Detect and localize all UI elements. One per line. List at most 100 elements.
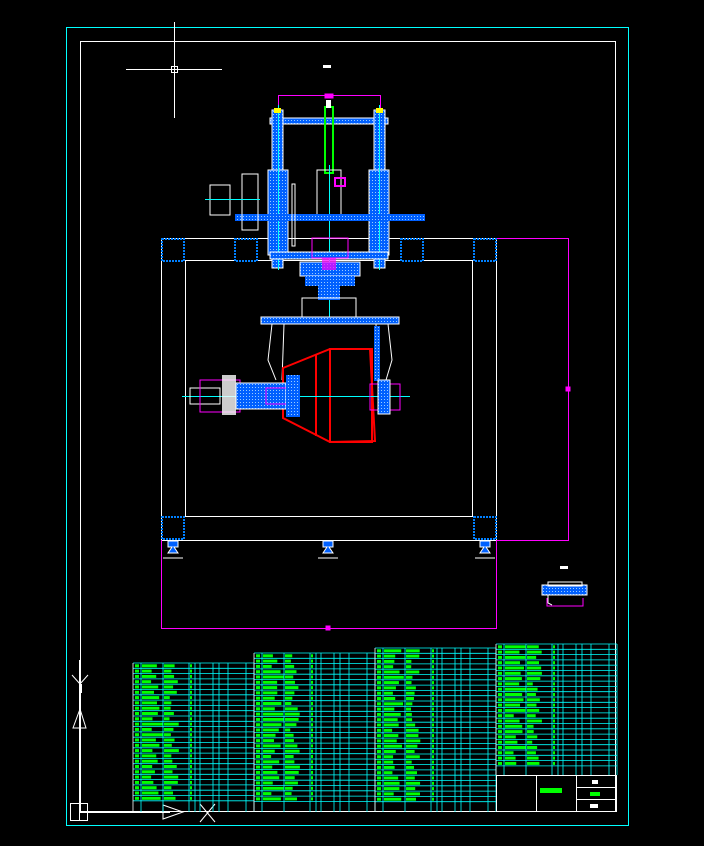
section-detail-view [541, 566, 588, 607]
row-number [256, 770, 260, 774]
part-name [263, 733, 276, 737]
part-spec [406, 739, 421, 743]
quantity [553, 655, 555, 659]
part-name [505, 724, 523, 728]
part-spec [164, 749, 179, 753]
part-name [142, 696, 160, 700]
part-spec [406, 675, 413, 679]
quantity [553, 661, 555, 665]
row-number [498, 693, 502, 696]
part-spec [285, 728, 291, 732]
part-spec [406, 755, 420, 759]
part-name [142, 712, 158, 715]
row-number [256, 659, 260, 663]
part-name [505, 714, 514, 718]
row-number [256, 786, 260, 790]
part-spec [527, 703, 537, 707]
quantity [311, 744, 313, 748]
part-spec [285, 797, 297, 801]
row-number [256, 654, 260, 658]
row-number [498, 645, 502, 649]
part-spec [406, 728, 419, 732]
quantity [432, 739, 434, 743]
part-name [142, 701, 157, 705]
part-spec [406, 649, 420, 653]
quantity [311, 712, 313, 716]
part-name [142, 775, 152, 779]
part-spec [164, 722, 179, 726]
row-number [256, 744, 260, 748]
part-name [384, 686, 396, 690]
part-spec [527, 650, 542, 654]
part-name [142, 743, 160, 747]
part-name [384, 771, 393, 775]
cad-drawing-canvas[interactable] [0, 0, 704, 846]
part-spec [406, 697, 414, 700]
part-spec [164, 738, 175, 742]
part-name [505, 756, 516, 760]
quantity [553, 687, 555, 691]
row-number [498, 724, 502, 728]
part-name [505, 708, 526, 712]
part-name [384, 702, 404, 706]
row-number [377, 734, 381, 738]
quantity [553, 666, 555, 670]
quantity [553, 650, 555, 654]
quantity [432, 681, 434, 685]
part-spec [164, 765, 177, 768]
row-number [256, 797, 260, 801]
part-name [384, 712, 401, 716]
quantity [190, 749, 192, 753]
lifting-gantry [205, 100, 425, 320]
row-number [377, 654, 381, 658]
part-name [263, 755, 272, 758]
row-number [135, 680, 139, 684]
row-number [135, 780, 139, 784]
part-spec [527, 730, 534, 734]
quantity [432, 718, 434, 722]
part-name [142, 770, 155, 774]
part-spec [285, 755, 294, 758]
part-name [142, 749, 153, 753]
row-number [256, 664, 260, 668]
row-number [135, 712, 139, 715]
quantity [190, 738, 192, 742]
quantity [432, 771, 434, 775]
part-name [384, 750, 396, 753]
quantity [190, 680, 192, 684]
part-name [505, 703, 521, 707]
part-name [384, 744, 403, 748]
row-number [377, 675, 381, 679]
row-number [135, 722, 139, 726]
part-name [263, 797, 281, 801]
part-spec [527, 687, 538, 691]
quantity [311, 707, 313, 711]
part-spec [285, 744, 298, 748]
part-name [505, 740, 518, 744]
quantity [311, 680, 313, 684]
quantity [553, 708, 555, 712]
quantity [311, 691, 313, 695]
part-name [505, 730, 523, 734]
part-name [384, 797, 402, 801]
quantity [432, 659, 434, 663]
part-name [142, 717, 153, 721]
row-number [135, 749, 139, 753]
row-number [256, 760, 260, 764]
row-number [256, 723, 260, 727]
row-number [377, 787, 381, 791]
row-number [498, 682, 502, 686]
quantity [553, 645, 555, 649]
part-name [384, 723, 399, 727]
part-name [384, 654, 396, 658]
row-number [256, 707, 260, 711]
row-number [256, 686, 260, 690]
quantity [190, 733, 192, 737]
part-name [263, 728, 279, 732]
part-spec [527, 677, 541, 681]
quantity [311, 675, 313, 679]
part-spec [285, 654, 293, 658]
part-spec [285, 792, 292, 796]
quantity [553, 756, 555, 760]
part-spec [164, 791, 174, 795]
